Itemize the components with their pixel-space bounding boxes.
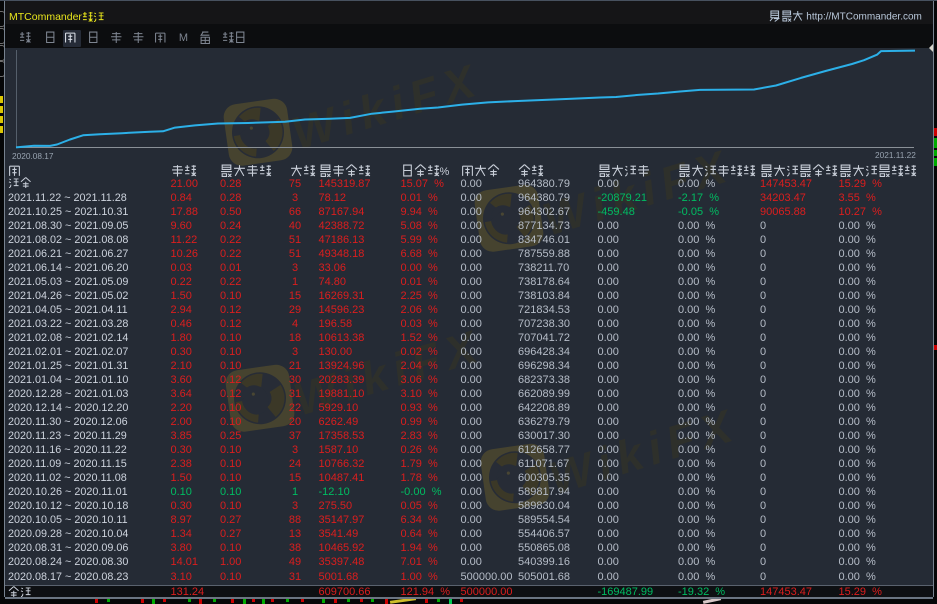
svg-text:WikiFX: WikiFX: [286, 53, 488, 160]
